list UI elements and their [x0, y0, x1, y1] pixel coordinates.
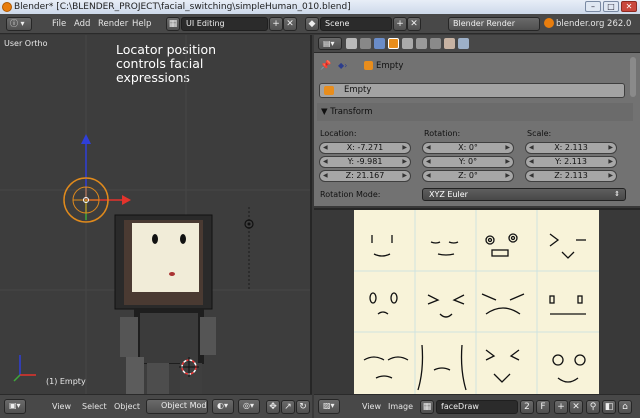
- window-title-bar[interactable]: Blender* [C:\BLENDER_PROJECT\facial_swit…: [0, 0, 640, 14]
- breadcrumb: 📌 ◆› Empty: [314, 55, 632, 77]
- scene-remove-button[interactable]: ✕: [407, 17, 421, 31]
- scale-z-field[interactable]: ◀ Z: 2.113 ▶: [525, 170, 617, 182]
- image-pin-icon[interactable]: ⚲: [586, 400, 600, 414]
- editor-type-menu[interactable]: ⓘ ▾: [6, 17, 32, 31]
- object-icon: [324, 86, 334, 95]
- translate-manipulator[interactable]: ↗: [281, 400, 295, 414]
- object-name-field[interactable]: Empty: [319, 83, 625, 98]
- image-new-button[interactable]: +: [554, 400, 568, 414]
- axis-widget: [13, 355, 36, 382]
- image-editor[interactable]: [314, 208, 640, 394]
- modifiers-tab-icon[interactable]: [416, 38, 427, 49]
- physics-tab-icon[interactable]: [458, 38, 469, 49]
- scene-browse-icon[interactable]: ◆: [305, 17, 319, 31]
- face-sheet-drawing: [354, 210, 599, 394]
- menu-add[interactable]: Add: [74, 19, 90, 29]
- rotation-y-field[interactable]: ◀ Y: 0° ▶: [422, 156, 514, 168]
- properties-scrollbar[interactable]: [630, 57, 636, 97]
- version-stats: blender.org 262.0: [556, 19, 632, 29]
- menu-file[interactable]: File: [52, 19, 66, 29]
- rotation-label: Rotation:: [424, 129, 461, 138]
- dropdown-arrows-icon: ⇕: [614, 190, 620, 198]
- scene-add-button[interactable]: +: [393, 17, 407, 31]
- mode-select[interactable]: Object Mode: [146, 399, 208, 414]
- scene-tab-icon[interactable]: [360, 38, 371, 49]
- image-unlink-button[interactable]: ✕: [569, 400, 583, 414]
- constraints-tab-icon[interactable]: [402, 38, 413, 49]
- transform-panel-title: Transform: [330, 107, 373, 117]
- window-title: Blender* [C:\BLENDER_PROJECT\facial_swit…: [14, 2, 351, 12]
- image-browse-icon[interactable]: ▦: [420, 400, 434, 414]
- maximize-button[interactable]: □: [603, 1, 619, 12]
- viewport-menu-select[interactable]: Select: [82, 402, 107, 411]
- pivot-point-select[interactable]: ◎▾: [238, 399, 260, 414]
- image-menu-view[interactable]: View: [362, 402, 381, 411]
- object-name-value: Empty: [344, 85, 372, 95]
- viewport-menu-object[interactable]: Object: [114, 402, 140, 411]
- rotation-mode-value: XYZ Euler: [429, 190, 468, 199]
- character-mesh[interactable]: [114, 214, 216, 394]
- image-editor-type-icon[interactable]: ▨▾: [318, 399, 340, 414]
- image-users-count[interactable]: 2: [520, 400, 534, 414]
- screen-remove-button[interactable]: ✕: [283, 17, 297, 31]
- properties-editor[interactable]: ▤▾ 📌 ◆› Empty Empty ▼ Transform Location…: [314, 35, 640, 206]
- location-x-field[interactable]: ◀ X: -7.271 ▶: [319, 142, 411, 154]
- scale-y-field[interactable]: ◀ Y: 2.113 ▶: [525, 156, 617, 168]
- collapse-triangle-icon: ▼: [321, 107, 331, 117]
- screen-add-button[interactable]: +: [269, 17, 283, 31]
- transform-panel-header[interactable]: ▼ Transform: [317, 103, 633, 121]
- rotation-mode-select[interactable]: XYZ Euler ⇕: [422, 188, 626, 201]
- viewport-shading-select[interactable]: ◐▾: [212, 399, 234, 414]
- viewport-header: ▣▾ View Select Object Object Mode ◐▾ ◎▾ …: [0, 394, 312, 418]
- rotation-mode-label: Rotation Mode:: [320, 190, 381, 199]
- location-z-field[interactable]: ◀ Z: 21.167 ▶: [319, 170, 411, 182]
- fake-user-toggle[interactable]: F: [536, 400, 550, 414]
- scene-crumb-icon: ◆›: [338, 61, 348, 70]
- blender-logo-icon: [544, 18, 554, 28]
- texture-tab-icon[interactable]: [444, 38, 455, 49]
- empty-locator[interactable]: [63, 134, 131, 223]
- object-tab-icon[interactable]: [388, 38, 399, 49]
- 3d-viewport[interactable]: User Ortho Locator position controls fac…: [0, 35, 312, 394]
- menu-help[interactable]: Help: [132, 19, 151, 29]
- minimize-button[interactable]: –: [585, 1, 601, 12]
- display-channels-icon[interactable]: ◧: [602, 400, 616, 414]
- blender-app-icon: [2, 2, 12, 12]
- lamp-object[interactable]: [244, 207, 254, 290]
- rotate-manipulator[interactable]: ↻: [296, 400, 310, 414]
- active-object-label: (1) Empty: [46, 377, 86, 386]
- breadcrumb-object[interactable]: Empty: [376, 61, 403, 71]
- image-lock-icon[interactable]: ⌂: [618, 400, 632, 414]
- empty-object-icon: [364, 61, 373, 70]
- data-tab-icon[interactable]: [430, 38, 441, 49]
- scale-label: Scale:: [527, 129, 552, 138]
- render-engine-select[interactable]: Blender Render: [448, 17, 540, 31]
- screen-layout-field[interactable]: UI Editing: [181, 17, 268, 31]
- image-menu-image[interactable]: Image: [388, 402, 413, 411]
- screen-layout-icon[interactable]: ▦: [166, 17, 180, 31]
- rotation-z-field[interactable]: ◀ Z: 0° ▶: [422, 170, 514, 182]
- close-button[interactable]: ✕: [621, 1, 637, 12]
- render-tab-icon[interactable]: [346, 38, 357, 49]
- face-texture-canvas[interactable]: [354, 210, 599, 394]
- scene-field[interactable]: Scene: [320, 17, 392, 31]
- image-name-field[interactable]: faceDraw: [436, 400, 518, 414]
- properties-editor-type-icon[interactable]: ▤▾: [318, 37, 342, 50]
- pin-icon[interactable]: 📌: [320, 61, 331, 71]
- location-y-field[interactable]: ◀ Y: -9.981 ▶: [319, 156, 411, 168]
- world-tab-icon[interactable]: [374, 38, 385, 49]
- manipulator-toggle[interactable]: ✥: [266, 400, 280, 414]
- menu-render[interactable]: Render: [98, 19, 128, 29]
- viewport-menu-view[interactable]: View: [52, 402, 71, 411]
- scale-x-field[interactable]: ◀ X: 2.113 ▶: [525, 142, 617, 154]
- info-header: ⓘ ▾ File Add Render Help ▦ UI Editing + …: [0, 14, 640, 34]
- properties-header: ▤▾: [314, 35, 640, 53]
- location-label: Location:: [320, 129, 357, 138]
- image-editor-header: ▨▾ View Image ▦ faceDraw 2 F + ✕ ⚲ ◧ ⌂: [314, 394, 640, 418]
- rotation-x-field[interactable]: ◀ X: 0° ▶: [422, 142, 514, 154]
- viewport-editor-type-icon[interactable]: ▣▾: [4, 399, 26, 414]
- viewport-scene[interactable]: [0, 35, 312, 394]
